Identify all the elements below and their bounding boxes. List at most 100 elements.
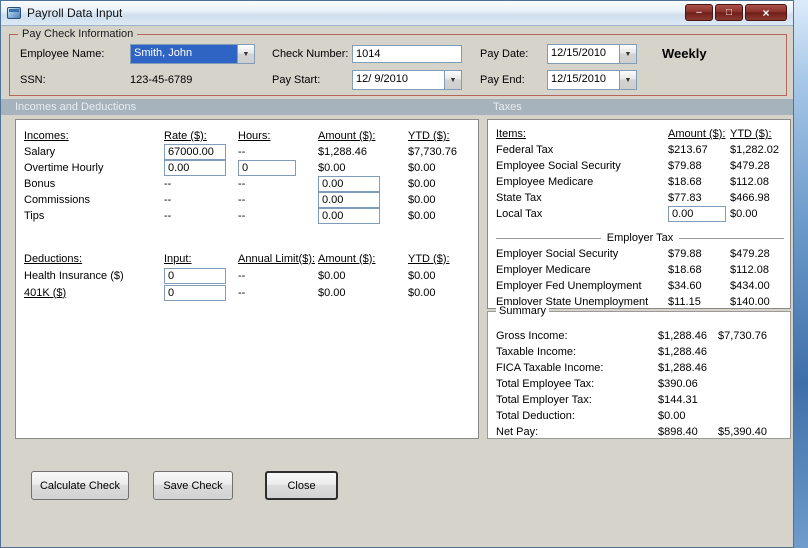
chevron-down-icon: ▼ <box>624 50 632 58</box>
health-insurance-input[interactable] <box>164 267 226 284</box>
minimize-button[interactable]: – <box>685 4 713 21</box>
save-check-button[interactable]: Save Check <box>153 471 233 500</box>
employer-tax-header: Employer Tax <box>606 232 674 244</box>
ytd-cell: $140.00 <box>730 296 770 308</box>
row-label: Tips <box>24 210 45 222</box>
amount-cell: $0.00 <box>318 269 346 282</box>
amount-cell: $0.00 <box>658 410 686 422</box>
maximize-button[interactable]: □ <box>715 4 743 21</box>
employee-name-select[interactable]: Smith, John ▼ <box>130 44 255 64</box>
amount-cell: $77.83 <box>668 192 702 204</box>
amount-cell: $1,288.46 <box>318 146 367 158</box>
minimize-icon: – <box>696 6 702 18</box>
k401-input[interactable] <box>164 284 226 301</box>
commissions-amount-input[interactable] <box>318 192 380 208</box>
limit-cell: -- <box>238 286 246 299</box>
incomes-title: Incomes: <box>24 130 69 142</box>
deductions-title: Deductions: <box>24 252 83 265</box>
row-label: Taxable Income: <box>496 346 577 358</box>
col-header-input: Input: <box>164 252 192 265</box>
pay-end-select[interactable]: 12/15/2010 ▼ <box>547 70 637 90</box>
ytd-cell: $434.00 <box>730 280 770 292</box>
ytd-cell: $0.00 <box>408 178 436 190</box>
col-header-amount: Amount ($): <box>318 130 376 142</box>
bonus-amount-input[interactable] <box>318 176 380 192</box>
pay-start-select[interactable]: 12/ 9/2010 ▼ <box>352 70 462 90</box>
amount-cell: $18.68 <box>668 176 702 188</box>
maximize-icon: □ <box>725 6 733 18</box>
ytd-cell: $112.08 <box>730 176 769 188</box>
pay-date-dropdown-button[interactable]: ▼ <box>619 45 636 63</box>
close-dialog-button[interactable]: Close <box>265 471 338 500</box>
titlebar[interactable]: Payroll Data Input – □ × <box>1 1 793 26</box>
local-tax-input[interactable] <box>668 206 726 222</box>
row-label: Employer Fed Unemployment <box>496 280 642 292</box>
ytd-cell: $112.08 <box>730 264 769 276</box>
col-header-items: Items: <box>496 128 526 140</box>
pay-frequency-label: Weekly <box>662 46 707 61</box>
pay-start-label: Pay Start: <box>272 74 321 86</box>
amount-cell: $390.06 <box>658 378 698 390</box>
hours-cell: -- <box>238 178 246 190</box>
ytd-cell: $466.98 <box>730 192 770 204</box>
row-label: Salary <box>24 146 56 158</box>
close-button[interactable]: × <box>745 4 787 21</box>
ssn-label: SSN: <box>20 74 46 86</box>
taxes-section-header: Taxes <box>493 101 522 113</box>
calculate-check-button[interactable]: Calculate Check <box>31 471 129 500</box>
ytd-cell: $479.28 <box>730 248 770 260</box>
row-label: Commissions <box>24 194 91 206</box>
col-header-amount: Amount ($): <box>318 252 376 265</box>
pay-date-select[interactable]: 12/15/2010 ▼ <box>547 44 637 64</box>
overtime-hours-input[interactable] <box>238 160 296 176</box>
employee-name-dropdown-button[interactable]: ▼ <box>237 45 254 63</box>
chevron-down-icon: ▼ <box>242 50 250 58</box>
employee-name-value: Smith, John <box>131 45 237 63</box>
check-number-input[interactable] <box>352 45 462 63</box>
tips-amount-input[interactable] <box>318 208 380 224</box>
amount-cell: $898.40 <box>658 426 698 438</box>
close-icon: × <box>762 5 770 20</box>
row-label-401k: 401K ($) <box>24 286 67 299</box>
section-header-band: Incomes and Deductions Taxes <box>1 99 793 115</box>
ytd-cell: $0.00 <box>408 162 436 174</box>
col-header-ytd: YTD ($): <box>730 128 772 140</box>
pay-end-dropdown-button[interactable]: ▼ <box>619 71 636 89</box>
row-label: Net Pay: <box>496 426 539 438</box>
row-label: Employer Social Security <box>496 248 619 260</box>
amount-cell: $11.15 <box>668 296 701 308</box>
overtime-rate-input[interactable] <box>164 160 226 176</box>
incomes-deductions-section-header: Incomes and Deductions <box>15 101 137 113</box>
row-label: Employee Medicare <box>496 176 594 188</box>
hours-cell: -- <box>238 146 246 158</box>
row-label: Overtime Hourly <box>24 162 104 174</box>
ssn-value: 123-45-6789 <box>130 74 193 86</box>
ytd-cell: $5,390.40 <box>718 426 767 438</box>
row-label: Local Tax <box>496 208 543 220</box>
paycheck-info-groupbox: Pay Check Information Employee Name: Smi… <box>9 28 787 96</box>
col-header-ytd: YTD ($): <box>408 130 450 142</box>
amount-cell: $1,288.46 <box>658 346 707 358</box>
ytd-cell: $0.00 <box>408 286 436 299</box>
hours-cell: -- <box>238 194 246 206</box>
divider-line <box>496 237 601 239</box>
rate-cell: -- <box>164 210 172 222</box>
employer-tax-divider: Employer Tax <box>496 232 784 244</box>
pay-end-label: Pay End: <box>480 74 525 86</box>
pay-start-dropdown-button[interactable]: ▼ <box>444 71 461 89</box>
chevron-down-icon: ▼ <box>449 76 457 84</box>
dialog-body: Pay Check Information Employee Name: Smi… <box>1 26 793 547</box>
salary-rate-input[interactable] <box>164 144 226 160</box>
ytd-cell: $0.00 <box>730 208 758 220</box>
check-number-label: Check Number: <box>272 48 349 60</box>
row-label: Federal Tax <box>496 144 554 156</box>
employee-name-label: Employee Name: <box>20 48 105 60</box>
ytd-cell: $0.00 <box>408 194 436 206</box>
col-header-ytd: YTD ($): <box>408 252 450 265</box>
row-label: FICA Taxable Income: <box>496 362 604 374</box>
summary-grid: Gross Income: $1,288.46 $7,730.76 Taxabl… <box>488 312 790 440</box>
ytd-cell: $0.00 <box>408 269 436 282</box>
ytd-cell: $479.28 <box>730 160 770 172</box>
col-header-annual-limit: Annual Limit($): <box>238 252 316 265</box>
row-label: Employer Medicare <box>496 264 591 276</box>
